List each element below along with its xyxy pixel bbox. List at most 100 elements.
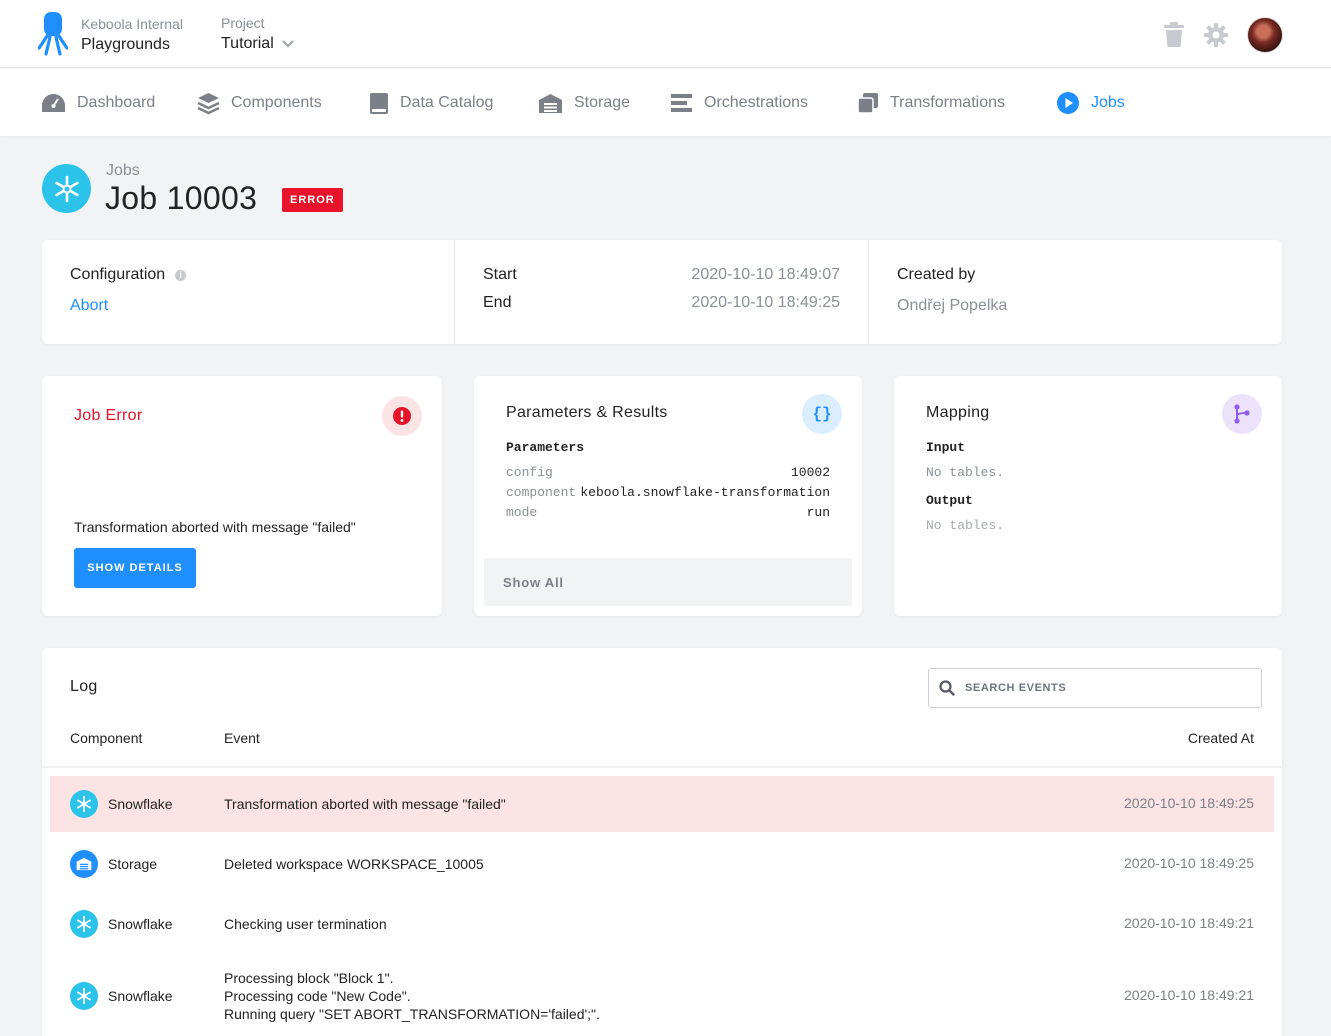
project-label: Project xyxy=(221,15,265,31)
column-header-component[interactable]: Component xyxy=(70,730,142,746)
chevron-down-icon xyxy=(282,40,294,48)
snowflake-icon xyxy=(70,982,98,1010)
input-label: Input xyxy=(926,440,966,455)
parameters-card: Parameters & Results {} Parameters confi… xyxy=(474,376,862,616)
search-placeholder: SEARCH EVENTS xyxy=(965,682,1067,694)
org-name: Playgrounds xyxy=(81,36,170,53)
input-value: No tables. xyxy=(926,465,1005,480)
nav-label: Orchestrations xyxy=(704,94,809,111)
parameters-section-label: Parameters xyxy=(506,440,585,455)
output-value: No tables. xyxy=(926,518,1005,533)
show-details-button[interactable]: SHOW DETAILS xyxy=(74,548,196,588)
row-event: Deleted workspace WORKSPACE_10005 xyxy=(224,856,484,872)
book-icon xyxy=(370,92,388,114)
job-error-message: Transformation aborted with message "fai… xyxy=(74,519,356,535)
nav-label: Transformations xyxy=(890,94,1005,111)
row-component: Storage xyxy=(108,856,158,872)
row-component: Snowflake xyxy=(108,988,173,1004)
start-value: 2020-10-10 18:49:07 xyxy=(691,266,840,283)
search-icon xyxy=(939,680,955,696)
top-bar: Keboola Internal Playgrounds Project Tut… xyxy=(0,0,1331,68)
param-row: config 10002 xyxy=(506,465,830,480)
table-row[interactable]: Snowflake Transformation aborted with me… xyxy=(50,776,1274,832)
job-error-title: Job Error xyxy=(74,407,143,424)
row-event: Processing block "Block 1". Processing c… xyxy=(224,969,600,1023)
configuration-link[interactable]: Abort xyxy=(70,297,108,315)
event-line: Running query "SET ABORT_TRANSFORMATION=… xyxy=(224,1006,600,1022)
output-label: Output xyxy=(926,493,973,508)
row-component: Snowflake xyxy=(108,916,173,932)
org-label: Keboola Internal xyxy=(81,16,183,32)
nav-label: Jobs xyxy=(1091,94,1125,111)
show-all-button[interactable]: Show All xyxy=(484,558,852,606)
nav-item-storage[interactable]: Storage xyxy=(538,90,630,116)
nav-label: Storage xyxy=(574,94,631,111)
column-header-event[interactable]: Event xyxy=(224,730,260,746)
param-row: mode run xyxy=(506,505,830,520)
event-line: Processing code "New Code". xyxy=(224,988,411,1004)
parameters-title: Parameters & Results xyxy=(506,404,668,421)
divider xyxy=(868,240,869,344)
page-title: Job 10003 xyxy=(105,180,258,216)
keboola-logo-icon[interactable] xyxy=(38,12,68,56)
organization-switcher[interactable]: Keboola Internal Playgrounds xyxy=(81,15,183,55)
table-row[interactable]: Storage Deleted workspace WORKSPACE_1000… xyxy=(50,836,1274,892)
row-created-at: 2020-10-10 18:49:21 xyxy=(1124,987,1254,1003)
created-by-value: Ondřej Popelka xyxy=(897,297,1008,314)
row-event: Checking user termination xyxy=(224,916,387,932)
param-row: component keboola.snowflake-transformatio… xyxy=(506,485,830,500)
braces-icon[interactable]: {} xyxy=(802,394,842,434)
row-created-at: 2020-10-10 18:49:25 xyxy=(1124,795,1254,811)
trash-icon[interactable] xyxy=(1163,22,1185,48)
row-component: Snowflake xyxy=(108,796,173,812)
nav-item-orchestrations[interactable]: Orchestrations xyxy=(670,90,808,116)
column-header-created-at[interactable]: Created At xyxy=(1188,730,1254,746)
mapping-card: Mapping Input No tables. Output No table… xyxy=(894,376,1282,616)
storage-icon xyxy=(70,850,98,878)
nav-item-data-catalog[interactable]: Data Catalog xyxy=(369,90,493,116)
end-label: End xyxy=(483,294,512,311)
project-switcher[interactable]: Project Tutorial xyxy=(221,14,294,54)
warehouse-icon xyxy=(539,93,562,113)
status-badge: ERROR xyxy=(282,188,343,212)
divider xyxy=(42,766,1282,768)
table-row[interactable]: Snowflake Checking user termination 2020… xyxy=(50,896,1274,952)
main-nav: Dashboard Components Data Catalog Storag… xyxy=(0,69,1331,136)
row-created-at: 2020-10-10 18:49:21 xyxy=(1124,915,1254,931)
alert-icon xyxy=(382,396,422,436)
end-value: 2020-10-10 18:49:25 xyxy=(691,294,840,311)
nav-item-dashboard[interactable]: Dashboard xyxy=(41,90,155,116)
configuration-label: Configuration i xyxy=(70,266,187,284)
info-icon[interactable]: i xyxy=(175,270,187,281)
snowflake-icon xyxy=(70,910,98,938)
nav-item-transformations[interactable]: Transformations xyxy=(857,90,1005,116)
table-row[interactable]: Snowflake Processing block "Block 1". Pr… xyxy=(50,964,1274,1032)
bars-icon xyxy=(671,94,692,112)
job-error-card: Job Error Transformation aborted with me… xyxy=(42,376,442,616)
created-by-label: Created by xyxy=(897,266,976,283)
search-input[interactable]: SEARCH EVENTS xyxy=(928,668,1262,708)
divider xyxy=(454,240,455,344)
job-info-card: Configuration i Abort Start 2020-10-10 18… xyxy=(42,240,1282,344)
gear-icon[interactable] xyxy=(1203,22,1229,48)
layers-icon xyxy=(197,92,220,114)
log-title: Log xyxy=(70,678,98,695)
nav-item-components[interactable]: Components xyxy=(197,90,322,116)
gauge-icon xyxy=(42,94,65,112)
log-card: Log SEARCH EVENTS Component Event Create… xyxy=(42,648,1282,1036)
event-line: Processing block "Block 1". xyxy=(224,970,394,986)
row-event: Transformation aborted with message "fai… xyxy=(224,796,506,812)
copy-icon xyxy=(857,93,878,114)
nav-label: Dashboard xyxy=(77,94,156,111)
nav-label: Components xyxy=(231,94,322,111)
play-circle-icon xyxy=(1057,92,1079,114)
breadcrumb[interactable]: Jobs xyxy=(106,162,140,180)
branch-icon xyxy=(1222,394,1262,434)
row-created-at: 2020-10-10 18:49:25 xyxy=(1124,855,1254,871)
project-name: Tutorial xyxy=(221,35,274,52)
user-avatar[interactable] xyxy=(1247,17,1283,53)
nav-item-jobs[interactable]: Jobs xyxy=(1056,90,1125,116)
snowflake-component-icon xyxy=(42,164,91,213)
snowflake-icon xyxy=(70,790,98,818)
nav-label: Data Catalog xyxy=(400,94,494,111)
